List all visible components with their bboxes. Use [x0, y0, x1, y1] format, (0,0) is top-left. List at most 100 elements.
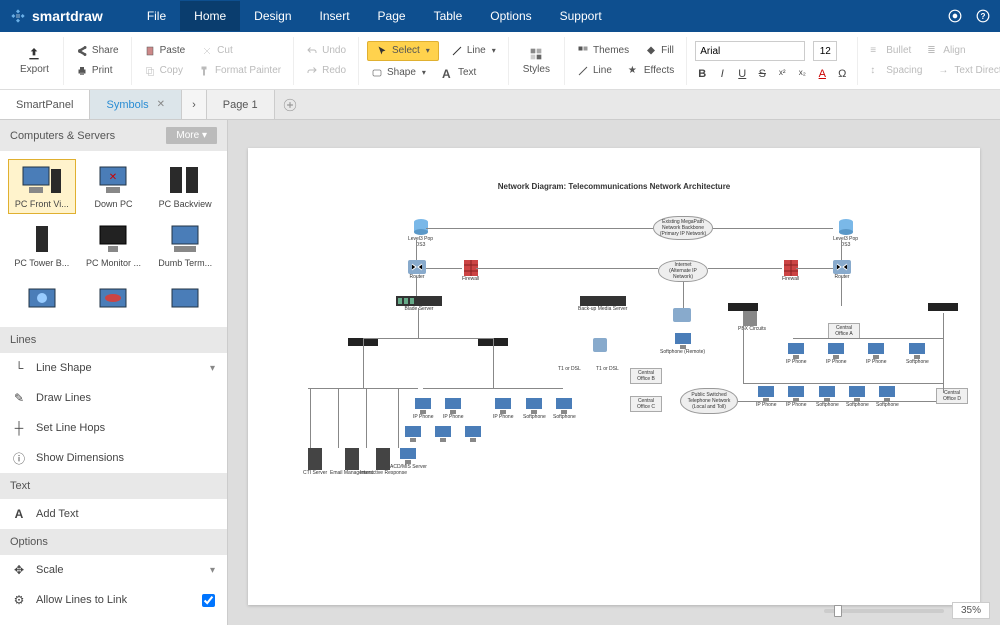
node-ip-phone-5[interactable]: IP Phone: [756, 386, 776, 408]
menu-insert[interactable]: Insert: [306, 1, 364, 31]
shape-tool-button[interactable]: Shape▾: [367, 65, 430, 81]
font-size-input[interactable]: [813, 41, 837, 61]
themes-button[interactable]: Themes: [573, 43, 633, 59]
node-softphone-remote[interactable]: Softphone (Remote): [660, 333, 705, 355]
print-button[interactable]: Print: [72, 63, 123, 79]
help-icon[interactable]: ?: [976, 9, 990, 23]
menu-page[interactable]: Page: [364, 1, 420, 31]
node-softphone-4[interactable]: Softphone: [553, 398, 576, 420]
symbol-pc-monitor[interactable]: PC Monitor ...: [80, 218, 148, 273]
select-tool-button[interactable]: Select▾: [367, 41, 439, 61]
tab-page1[interactable]: Page 1: [207, 90, 275, 119]
allow-lines-checkbox[interactable]: [202, 594, 215, 607]
symbol-pc-backview[interactable]: PC Backview: [151, 159, 219, 214]
node-softphone-1[interactable]: [403, 426, 423, 442]
node-backup-media-server[interactable]: Back-up Media Server: [578, 296, 627, 312]
symbol-item-9[interactable]: [151, 277, 219, 319]
menu-design[interactable]: Design: [240, 1, 305, 31]
node-central-office-c[interactable]: Central Office C: [630, 396, 662, 412]
notification-icon[interactable]: [948, 9, 962, 23]
node-ip-phone-3[interactable]: IP Phone: [493, 398, 513, 420]
align-button[interactable]: ≣Align: [923, 43, 969, 59]
node-ip-phone-2[interactable]: IP Phone: [443, 398, 463, 420]
more-symbols-button[interactable]: More ▾: [166, 127, 217, 144]
node-central-office-d[interactable]: Central Office D: [936, 388, 968, 404]
node-router-left[interactable]: Router: [408, 260, 426, 280]
italic-button[interactable]: I: [715, 68, 729, 80]
text-direction-button[interactable]: →Text Direction: [934, 63, 1000, 79]
undo-button[interactable]: Undo: [302, 43, 350, 59]
node-ip-phone-9[interactable]: IP Phone: [866, 343, 886, 365]
menu-options[interactable]: Options: [476, 1, 545, 31]
strikethrough-button[interactable]: S: [755, 68, 769, 80]
node-level3-pop-left[interactable]: Level3 PopDS3: [408, 218, 433, 248]
tab-symbols[interactable]: Symbols✕: [90, 90, 182, 119]
node-softphone-7[interactable]: Softphone: [876, 386, 899, 408]
format-painter-button[interactable]: Format Painter: [195, 63, 285, 79]
node-central-office-b[interactable]: Central Office B: [630, 368, 662, 384]
node-blade-server[interactable]: Blade Server: [396, 296, 442, 312]
tab-smartpanel[interactable]: SmartPanel: [0, 90, 90, 119]
symbol-item-8[interactable]: [80, 277, 148, 319]
node-switch-5[interactable]: [928, 303, 958, 311]
close-icon[interactable]: ✕: [157, 99, 165, 110]
symbol-pc-tower[interactable]: PC Tower B...: [8, 218, 76, 273]
symbol-down-pc[interactable]: ✕ Down PC: [80, 159, 148, 214]
node-ip-phone-1[interactable]: IP Phone: [413, 398, 433, 420]
node-internet-cloud[interactable]: Internet (Alternate IP Network): [658, 260, 708, 282]
styles-button[interactable]: Styles: [517, 44, 556, 77]
effects-button[interactable]: ★Effects: [624, 63, 678, 79]
node-softphone-2[interactable]: [433, 426, 453, 442]
node-ip-phone-8[interactable]: IP Phone: [826, 343, 846, 365]
line-style-button[interactable]: Line: [573, 63, 616, 79]
node-softphone-3[interactable]: [463, 426, 483, 442]
add-page-button[interactable]: [275, 90, 305, 119]
bold-button[interactable]: B: [695, 68, 709, 80]
menu-table[interactable]: Table: [420, 1, 477, 31]
node-ip-phone-6[interactable]: IP Phone: [786, 386, 806, 408]
menu-home[interactable]: Home: [180, 1, 240, 31]
share-button[interactable]: Share: [72, 43, 123, 59]
font-name-input[interactable]: [695, 41, 805, 61]
set-line-hops-item[interactable]: ┼Set Line Hops: [0, 413, 227, 443]
zoom-value[interactable]: 35%: [952, 602, 990, 619]
scale-item[interactable]: ✥Scale▾: [0, 555, 227, 585]
font-color-button[interactable]: A: [815, 68, 829, 80]
underline-button[interactable]: U: [735, 68, 749, 80]
text-options-button[interactable]: Ω: [835, 68, 849, 80]
node-softphone-6[interactable]: Softphone: [846, 386, 869, 408]
paste-button[interactable]: Paste: [140, 43, 190, 59]
subscript-button[interactable]: x₂: [795, 68, 809, 80]
diagram-canvas[interactable]: Network Diagram: Telecommunications Netw…: [248, 148, 980, 605]
node-switch-4[interactable]: [728, 303, 758, 311]
draw-lines-item[interactable]: ✎Draw Lines: [0, 383, 227, 413]
show-dimensions-item[interactable]: ⓘShow Dimensions: [0, 443, 227, 473]
symbol-dumb-terminal[interactable]: Dumb Term...: [151, 218, 219, 273]
menu-file[interactable]: File: [133, 1, 180, 31]
fill-button[interactable]: Fill: [641, 43, 678, 59]
zoom-slider[interactable]: [824, 609, 944, 613]
superscript-button[interactable]: x²: [775, 68, 789, 80]
symbol-item-7[interactable]: [8, 277, 76, 319]
node-cti-server[interactable]: CTI Server: [303, 448, 327, 476]
node-pstn-cloud[interactable]: Public Switched Telephone Network (Local…: [680, 388, 738, 414]
export-button[interactable]: Export: [14, 44, 55, 77]
line-tool-button[interactable]: Line▾: [447, 41, 500, 61]
text-tool-button[interactable]: AText: [438, 65, 480, 81]
node-ip-phone-4[interactable]: Softphone: [523, 398, 546, 420]
node-firewall-right[interactable]: Firewall: [782, 260, 799, 282]
line-shape-item[interactable]: └Line Shape▾: [0, 353, 227, 383]
cut-button[interactable]: Cut: [197, 43, 237, 59]
node-softphone-8[interactable]: Softphone: [906, 343, 929, 365]
redo-button[interactable]: Redo: [302, 63, 350, 79]
node-ip-phone-7[interactable]: IP Phone: [786, 343, 806, 365]
node-softswitch[interactable]: [673, 308, 691, 322]
bullet-button[interactable]: ≡Bullet: [866, 43, 915, 59]
node-switch-3[interactable]: [593, 338, 607, 352]
node-router-right[interactable]: Router: [833, 260, 851, 280]
node-firewall-left[interactable]: Firewall: [462, 260, 479, 282]
symbol-pc-front[interactable]: PC Front Vi...: [8, 159, 76, 214]
add-text-item[interactable]: AAdd Text: [0, 499, 227, 529]
tab-overflow-button[interactable]: ›: [182, 90, 207, 119]
node-central-office-a[interactable]: Central Office A: [828, 323, 860, 339]
